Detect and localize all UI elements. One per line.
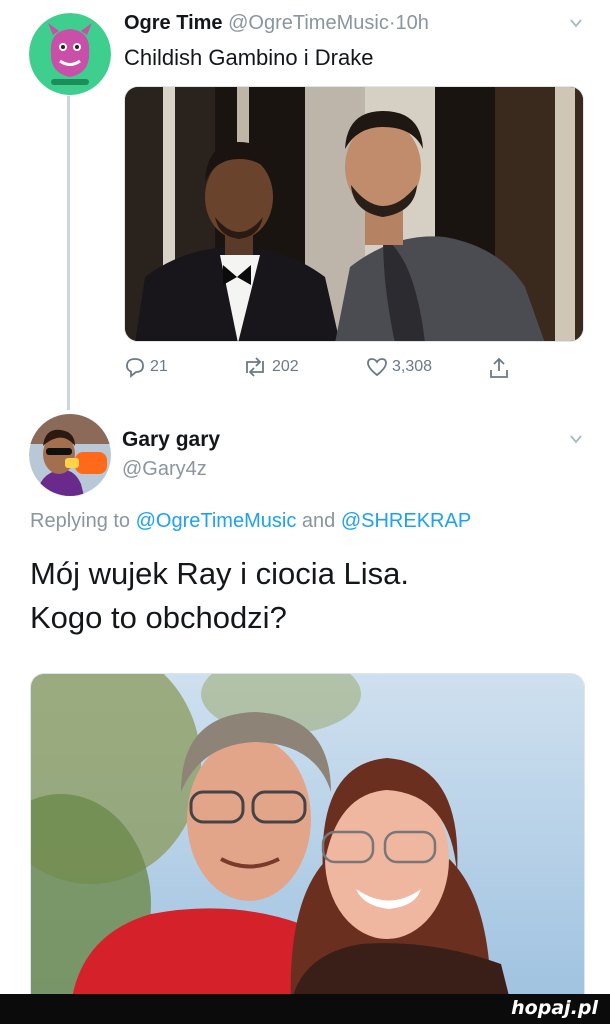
thread-connector-line xyxy=(67,96,70,410)
separator-dot: · xyxy=(388,12,396,34)
like-count: 3,308 xyxy=(392,358,433,375)
reply-text-line-1: Mój wujek Ray i ciocia Lisa. xyxy=(30,556,410,591)
tweet-text: Childish Gambino i Drake xyxy=(124,45,374,70)
retweet-icon xyxy=(246,357,264,377)
watermark-bar: hopaj.pl xyxy=(0,994,610,1024)
ogre-avatar-image xyxy=(29,13,111,95)
reply-count: 21 xyxy=(150,358,168,375)
retweet-count: 202 xyxy=(272,358,299,375)
mention-link[interactable]: @SHREKRAP xyxy=(341,510,471,532)
photo-two-men xyxy=(125,87,583,341)
display-name[interactable]: Ogre Time xyxy=(124,12,223,34)
tweet-header: Ogre Time @OgreTimeMusic·10h xyxy=(124,12,429,35)
replying-connector: and xyxy=(301,510,336,532)
reply-text-line-2: Kogo to obchodzi? xyxy=(30,600,287,635)
share-icon xyxy=(490,357,508,378)
reply-photo[interactable] xyxy=(30,673,585,1003)
chevron-down-icon[interactable] xyxy=(569,432,583,446)
replying-prefix: Replying to xyxy=(30,510,131,532)
chevron-down-icon[interactable] xyxy=(569,16,583,30)
mention-link[interactable]: @OgreTimeMusic xyxy=(136,510,297,532)
avatar-ogre-time[interactable] xyxy=(29,13,111,95)
heart-icon xyxy=(367,358,387,377)
replying-to-line: Replying to @OgreTimeMusic and @SHREKRAP xyxy=(30,510,471,533)
avatar-gary[interactable] xyxy=(29,414,111,496)
photo-couple xyxy=(31,674,584,1003)
brand-logo: hopaj.pl xyxy=(511,997,598,1019)
tweet-photo[interactable] xyxy=(124,86,584,342)
user-handle[interactable]: @OgreTimeMusic xyxy=(228,12,389,34)
reply-user-handle[interactable]: @Gary4z xyxy=(122,458,207,481)
like-action[interactable]: 3,308 xyxy=(366,356,432,378)
tweet-timestamp[interactable]: 10h xyxy=(396,12,429,34)
gary-avatar-image xyxy=(29,414,111,496)
share-action[interactable] xyxy=(488,356,510,380)
retweet-action[interactable]: 202 xyxy=(242,356,299,378)
reply-action[interactable]: 21 xyxy=(124,356,168,378)
reply-icon xyxy=(126,358,144,378)
tweet-actions: 21 202 3,308 xyxy=(124,356,524,386)
reply-display-name[interactable]: Gary gary xyxy=(122,428,220,452)
